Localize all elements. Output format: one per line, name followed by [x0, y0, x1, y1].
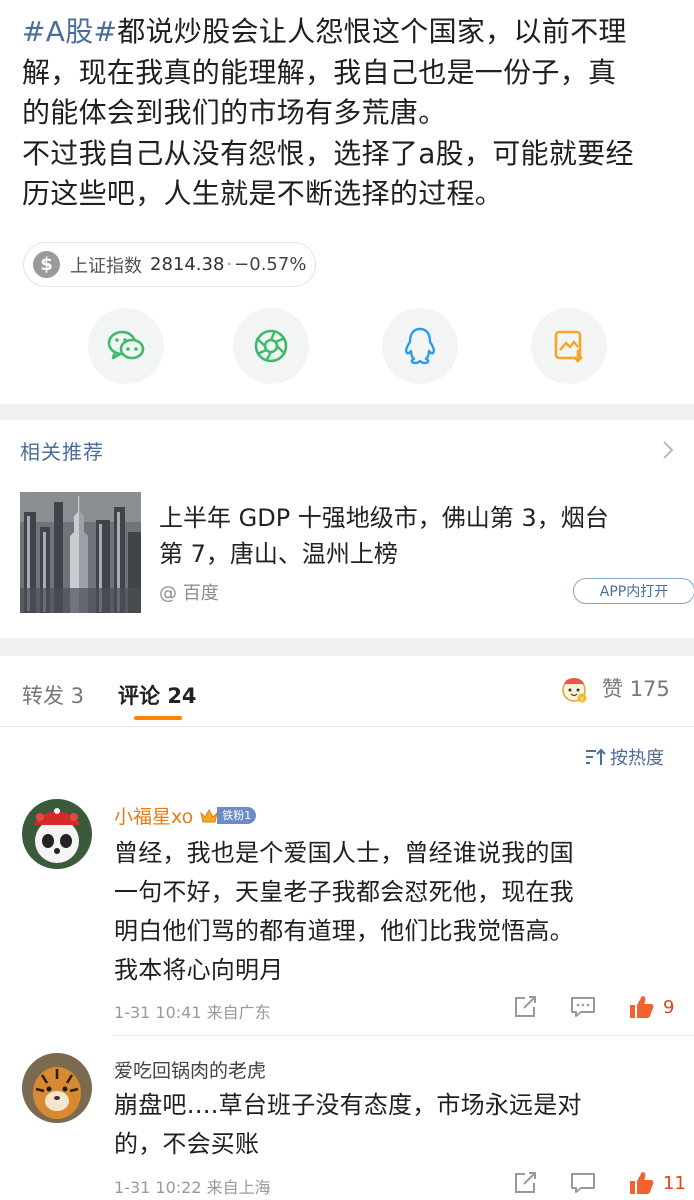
- comment-actions: 11: [513, 1170, 686, 1196]
- thumbs-up-icon[interactable]: [627, 994, 655, 1020]
- article-title-line-2: 第 7，唐山、温州上榜: [159, 540, 398, 568]
- likes-count: 175: [629, 677, 670, 701]
- stock-chip[interactable]: $ 上证指数 2814.38 · −0.57%: [23, 242, 316, 287]
- fan-badge: 铁粉1: [199, 807, 257, 825]
- comment-item: 爱吃回锅肉的老虎 崩盘吧….草台班子没有态度，市场永远是对 的，不会买账 1-3…: [0, 1050, 694, 1200]
- article-title: 上半年 GDP 十强地级市，佛山第 3，烟台 第 7，唐山、温州上榜: [159, 500, 679, 572]
- related-article-card[interactable]: 上半年 GDP 十强地级市，佛山第 3，烟台 第 7，唐山、温州上榜 @ 百度 …: [20, 492, 694, 614]
- share-wechat-button[interactable]: [88, 308, 164, 384]
- section-divider-2: [0, 638, 694, 656]
- comment-meta: 1-31 10:41 来自广东: [114, 1003, 271, 1022]
- interaction-tabs: 转发 3 评论 24 v 赞 175: [0, 660, 694, 728]
- stock-name: 上证指数: [70, 255, 142, 277]
- stock-separator: ·: [226, 254, 233, 275]
- tab-repost[interactable]: 转发 3: [22, 680, 84, 710]
- wechat-icon: [107, 330, 145, 360]
- comment-line: 崩盘吧….草台班子没有态度，市场永远是对: [114, 1091, 582, 1119]
- post-line-2: 解，现在我真的能理解，我自己也是一份子，真: [22, 55, 617, 89]
- likes-label: 赞: [602, 677, 623, 701]
- share-qq-button[interactable]: [382, 308, 458, 384]
- sort-label: 按热度: [610, 748, 664, 769]
- thumbs-up-icon[interactable]: [627, 1170, 655, 1196]
- comment-line: 的，不会买账: [114, 1130, 260, 1158]
- crown-icon: [200, 808, 219, 822]
- like-mascot-icon: v: [562, 678, 587, 703]
- article-thumbnail: [20, 492, 141, 613]
- comment-meta: 1-31 10:22 来自上海: [114, 1178, 271, 1197]
- comment-like-count: 9: [663, 996, 675, 1018]
- comment-line: 明白他们骂的都有道理，他们比我觉悟高。: [114, 917, 574, 945]
- sort-by-hot-button[interactable]: 按热度: [584, 744, 664, 770]
- tab-comments-count: 24: [167, 684, 197, 708]
- comment-text: 崩盘吧….草台班子没有态度，市场永远是对 的，不会买账: [114, 1086, 662, 1164]
- related-section-title: 相关推荐: [20, 440, 104, 464]
- save-image-button[interactable]: [531, 308, 607, 384]
- reply-icon[interactable]: [569, 995, 597, 1019]
- save-image-icon: [554, 330, 583, 363]
- qq-icon: [405, 327, 435, 365]
- comment-divider: [114, 1035, 694, 1036]
- article-title-line-1: 上半年 GDP 十强地级市，佛山第 3，烟台: [159, 504, 609, 532]
- comment-text: 曾经，我也是个爱国人士，曾经谁说我的国 一句不好，天皇老子我都会怼死他，现在我 …: [114, 834, 662, 990]
- comment-actions: 9: [513, 994, 674, 1020]
- comment-username-text: 小福星xo: [114, 806, 194, 828]
- chevron-right-icon[interactable]: [662, 440, 674, 460]
- sort-icon: [586, 748, 606, 765]
- tab-comments[interactable]: 评论 24: [118, 680, 197, 710]
- repost-icon[interactable]: [513, 995, 539, 1019]
- tab-comments-label: 评论: [118, 684, 160, 708]
- comment-line: 曾经，我也是个爱国人士，曾经谁说我的国: [114, 839, 574, 867]
- comment-like-count: 11: [663, 1172, 686, 1194]
- tab-divider: [0, 726, 694, 727]
- tab-likes[interactable]: v 赞 175: [558, 672, 670, 704]
- svg-text:v: v: [580, 696, 584, 703]
- dollar-coin-icon: $: [33, 251, 60, 278]
- post-line-1-text: 都说炒股会让人怨恨这个国家，以前不理: [117, 15, 627, 48]
- comment-line: 一句不好，天皇老子我都会怼死他，现在我: [114, 878, 574, 906]
- section-divider: [0, 404, 694, 420]
- article-source: @ 百度: [159, 583, 219, 604]
- post-line-3: 的能体会到我们的市场有多荒唐。: [22, 96, 447, 129]
- hashtag-link[interactable]: #A股#: [22, 15, 117, 48]
- share-row: [0, 308, 694, 384]
- fan-badge-label: 铁粉1: [217, 807, 257, 824]
- stock-change: −0.57%: [234, 254, 307, 275]
- avatar[interactable]: [22, 1053, 92, 1123]
- post-line-1: #A股#都说炒股会让人怨恨这个国家，以前不理: [22, 12, 672, 53]
- text-fade: [530, 175, 580, 219]
- active-tab-indicator: [134, 716, 182, 720]
- comment-username[interactable]: 爱吃回锅肉的老虎: [114, 1056, 266, 1083]
- stock-value: 2814.38: [150, 254, 225, 275]
- comment-line: 我本将心向明月: [114, 956, 284, 984]
- avatar[interactable]: [22, 799, 92, 869]
- post-line-4: 不过我自己从没有怨恨，选择了a股，可能就要经: [22, 136, 634, 170]
- reply-icon[interactable]: [569, 1171, 597, 1195]
- repost-icon[interactable]: [513, 1171, 539, 1195]
- comment-username[interactable]: 小福星xo 铁粉1: [114, 802, 257, 829]
- open-in-app-button[interactable]: APP内打开: [573, 578, 694, 604]
- share-moments-button[interactable]: [233, 308, 309, 384]
- comment-item: 小福星xo 铁粉1 曾经，我也是个爱国人士，曾经谁说我的国 一句不好，天皇老子我…: [0, 796, 694, 1036]
- moments-icon: [254, 329, 288, 363]
